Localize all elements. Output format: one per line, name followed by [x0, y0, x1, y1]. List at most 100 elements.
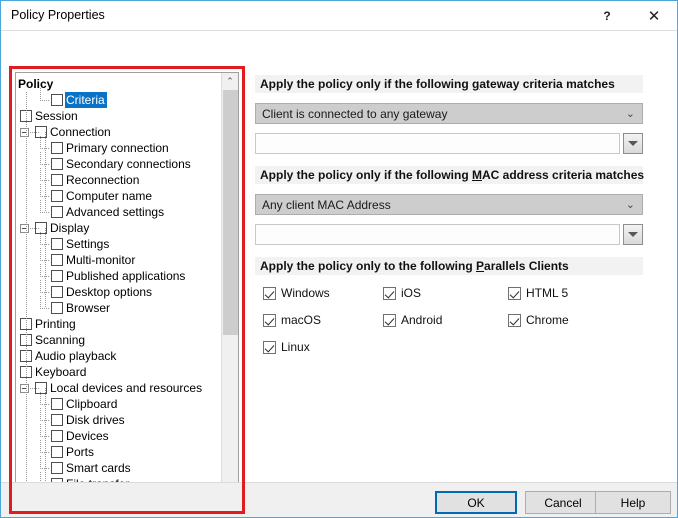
tree-item-checkbox[interactable]: [51, 190, 63, 202]
tree-item-label: Criteria: [65, 92, 107, 108]
client-checkbox-label: Chrome: [526, 313, 569, 327]
client-checkbox-label: Windows: [281, 286, 330, 300]
tree-item-label: Secondary connections: [66, 157, 191, 171]
gateway-value-dropdown-button[interactable]: [623, 133, 643, 154]
checkbox-icon[interactable]: [263, 286, 276, 300]
tree-item-label: Printing: [35, 317, 76, 331]
mac-value-input[interactable]: [255, 224, 620, 245]
tree-item-checkbox[interactable]: [51, 94, 63, 106]
tree-item-checkbox[interactable]: [51, 206, 63, 218]
client-checkbox-ios[interactable]: iOS: [383, 286, 421, 300]
tree-item-computer-name[interactable]: Computer name: [16, 184, 222, 204]
clients-section-heading: Apply the policy only to the following P…: [255, 257, 643, 275]
client-checkbox-linux[interactable]: Linux: [263, 340, 310, 354]
tree-item-printing[interactable]: Printing: [16, 316, 222, 332]
mac-heading-pre: Apply the policy only if the following: [260, 168, 472, 182]
tree-item-label: Policy: [18, 77, 54, 91]
mac-criteria-select[interactable]: Any client MAC Address ⌄: [255, 194, 643, 215]
tree-item-checkbox[interactable]: [51, 158, 63, 170]
tree-item-multi-monitor[interactable]: Multi-monitor: [16, 248, 222, 268]
client-checkbox-windows[interactable]: Windows: [263, 286, 330, 300]
tree-item-reconnection[interactable]: Reconnection: [16, 168, 222, 188]
tree-item-audio-playback[interactable]: Audio playback: [16, 348, 222, 364]
gateway-value-input[interactable]: [255, 133, 620, 154]
tree-item-secondary-connections[interactable]: Secondary connections: [16, 152, 222, 172]
checkbox-icon[interactable]: [263, 340, 276, 354]
mac-criteria-value: Any client MAC Address: [262, 197, 391, 212]
client-checkbox-macos[interactable]: macOS: [263, 313, 321, 327]
tree-item-checkbox[interactable]: [51, 254, 63, 266]
help-button[interactable]: Help: [595, 491, 671, 514]
mac-value-dropdown-button[interactable]: [623, 224, 643, 245]
tree-item-desktop-options[interactable]: Desktop options: [16, 280, 222, 300]
tree-item-policy[interactable]: Policy: [16, 76, 222, 92]
tree-item-devices[interactable]: Devices: [16, 424, 222, 444]
mac-value-row[interactable]: [255, 224, 643, 245]
tree-item-local-devices-and-resources[interactable]: Local devices and resources: [16, 380, 222, 396]
help-question-icon[interactable]: ?: [584, 1, 630, 30]
tree-collapse-icon[interactable]: [20, 223, 29, 233]
close-icon[interactable]: ✕: [631, 1, 677, 30]
tree-item-checkbox[interactable]: [51, 174, 63, 186]
ok-button[interactable]: OK: [435, 491, 517, 514]
checkbox-icon[interactable]: [508, 286, 521, 300]
tree-item-checkbox[interactable]: [51, 430, 63, 442]
tree-item-keyboard[interactable]: Keyboard: [16, 364, 222, 380]
client-checkbox-label: HTML 5: [526, 286, 569, 300]
tree-item-checkbox[interactable]: [51, 398, 63, 410]
tree-collapse-icon[interactable]: [20, 383, 29, 393]
client-checkbox-label: Android: [401, 313, 443, 327]
gateway-value-row[interactable]: [255, 133, 643, 154]
tree-item-criteria[interactable]: Criteria: [16, 88, 222, 108]
checkbox-icon[interactable]: [383, 313, 396, 327]
client-checkbox-html-5[interactable]: HTML 5: [508, 286, 568, 300]
tree-item-label: Advanced settings: [66, 205, 165, 219]
tree-item-checkbox[interactable]: [51, 446, 63, 458]
tree-item-browser[interactable]: Browser: [16, 296, 222, 316]
tree-item-checkbox[interactable]: [51, 286, 63, 298]
tree-item-display[interactable]: Display: [16, 220, 222, 236]
tree-item-label: Browser: [66, 301, 111, 315]
tree-item-label: Connection: [50, 125, 111, 139]
scrollbar-thumb[interactable]: [223, 90, 238, 335]
gateway-criteria-select[interactable]: Client is connected to any gateway ⌄: [255, 103, 643, 124]
tree-item-published-applications[interactable]: Published applications: [16, 264, 222, 284]
policy-tree-list[interactable]: Policy Criteria Session Connection Primary c…: [16, 73, 222, 507]
clients-heading-pre: Apply the policy only to the following: [260, 259, 476, 273]
tree-collapse-icon[interactable]: [20, 127, 29, 137]
tree-item-checkbox[interactable]: [51, 270, 63, 282]
tree-item-primary-connection[interactable]: Primary connection: [16, 136, 222, 156]
client-checkbox-android[interactable]: Android: [383, 313, 442, 327]
cancel-button[interactable]: Cancel: [525, 491, 601, 514]
tree-item-clipboard[interactable]: Clipboard: [16, 392, 222, 412]
tree-item-checkbox[interactable]: [51, 462, 63, 474]
tree-item-session[interactable]: Session: [16, 108, 222, 124]
tree-scrollbar[interactable]: ⌃ ⌄: [221, 73, 238, 507]
tree-item-checkbox[interactable]: [51, 414, 63, 426]
tree-item-ports[interactable]: Ports: [16, 440, 222, 460]
window-title: Policy Properties: [11, 8, 105, 22]
scroll-up-arrow-icon[interactable]: ⌃: [222, 73, 238, 90]
tree-item-disk-drives[interactable]: Disk drives: [16, 408, 222, 428]
checkbox-icon[interactable]: [383, 286, 396, 300]
tree-item-checkbox[interactable]: [51, 238, 63, 250]
policy-tree-panel[interactable]: Policy Criteria Session Connection Primary c…: [15, 72, 239, 508]
tree-item-smart-cards[interactable]: Smart cards: [16, 456, 222, 476]
checkbox-icon[interactable]: [263, 313, 276, 327]
tree-item-label: Audio playback: [35, 349, 117, 363]
clients-heading-accel: P: [476, 259, 485, 273]
mac-section-heading: Apply the policy only if the following M…: [255, 166, 644, 184]
tree-item-settings[interactable]: Settings: [16, 232, 222, 252]
tree-item-checkbox[interactable]: [51, 142, 63, 154]
tree-item-advanced-settings[interactable]: Advanced settings: [16, 200, 222, 220]
tree-item-connection[interactable]: Connection: [16, 124, 222, 140]
client-checkbox-chrome[interactable]: Chrome: [508, 313, 569, 327]
client-checkbox-label: Linux: [281, 340, 310, 354]
tree-item-scanning[interactable]: Scanning: [16, 332, 222, 348]
checkbox-icon[interactable]: [508, 313, 521, 327]
tree-item-checkbox[interactable]: [51, 302, 63, 314]
